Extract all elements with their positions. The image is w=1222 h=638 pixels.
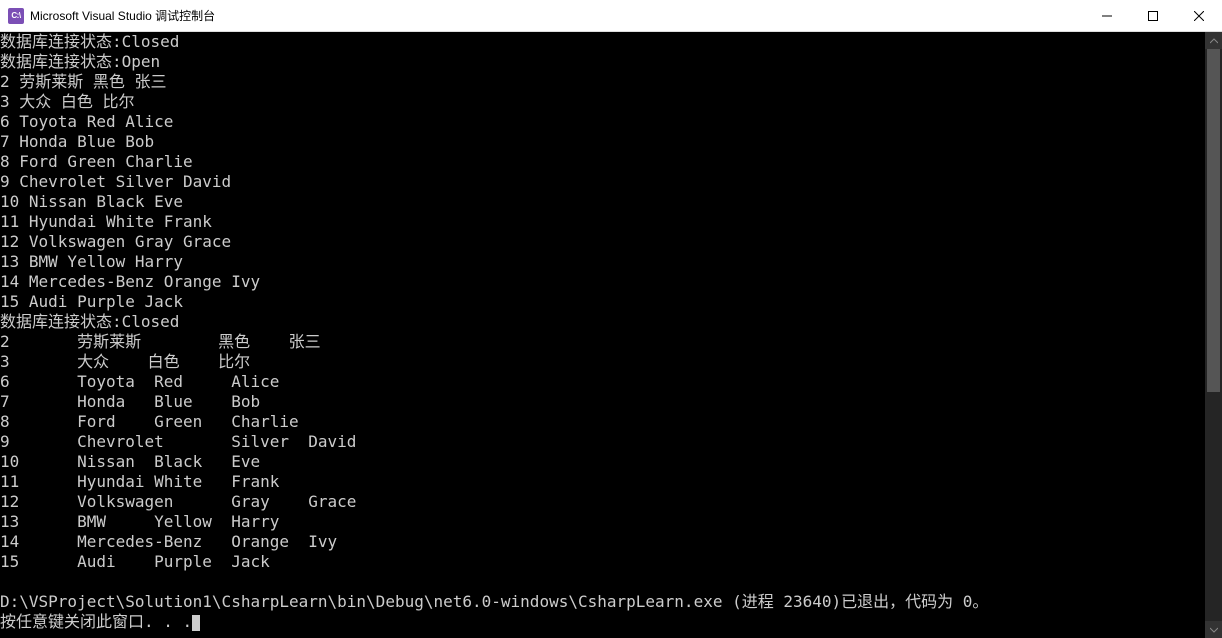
app-icon: C:\ [8,8,24,24]
chevron-up-icon [1210,38,1218,44]
console-output: 数据库连接状态:Closed 数据库连接状态:Open 2 劳斯莱斯 黑色 张三… [0,32,1205,638]
maximize-button[interactable] [1130,0,1176,31]
close-icon [1194,11,1204,21]
vertical-scrollbar[interactable] [1205,32,1222,638]
minimize-button[interactable] [1084,0,1130,31]
window-title: Microsoft Visual Studio 调试控制台 [30,7,1084,24]
scrollbar-thumb[interactable] [1207,49,1220,392]
scroll-up-button[interactable] [1205,32,1222,49]
scroll-down-button[interactable] [1205,621,1222,638]
minimize-icon [1102,11,1112,21]
scrollbar-track[interactable] [1205,49,1222,621]
console-area[interactable]: 数据库连接状态:Closed 数据库连接状态:Open 2 劳斯莱斯 黑色 张三… [0,32,1222,638]
chevron-down-icon [1210,627,1218,633]
maximize-icon [1148,11,1158,21]
titlebar: C:\ Microsoft Visual Studio 调试控制台 [0,0,1222,32]
close-button[interactable] [1176,0,1222,31]
window-controls [1084,0,1222,31]
text-cursor [192,615,200,631]
